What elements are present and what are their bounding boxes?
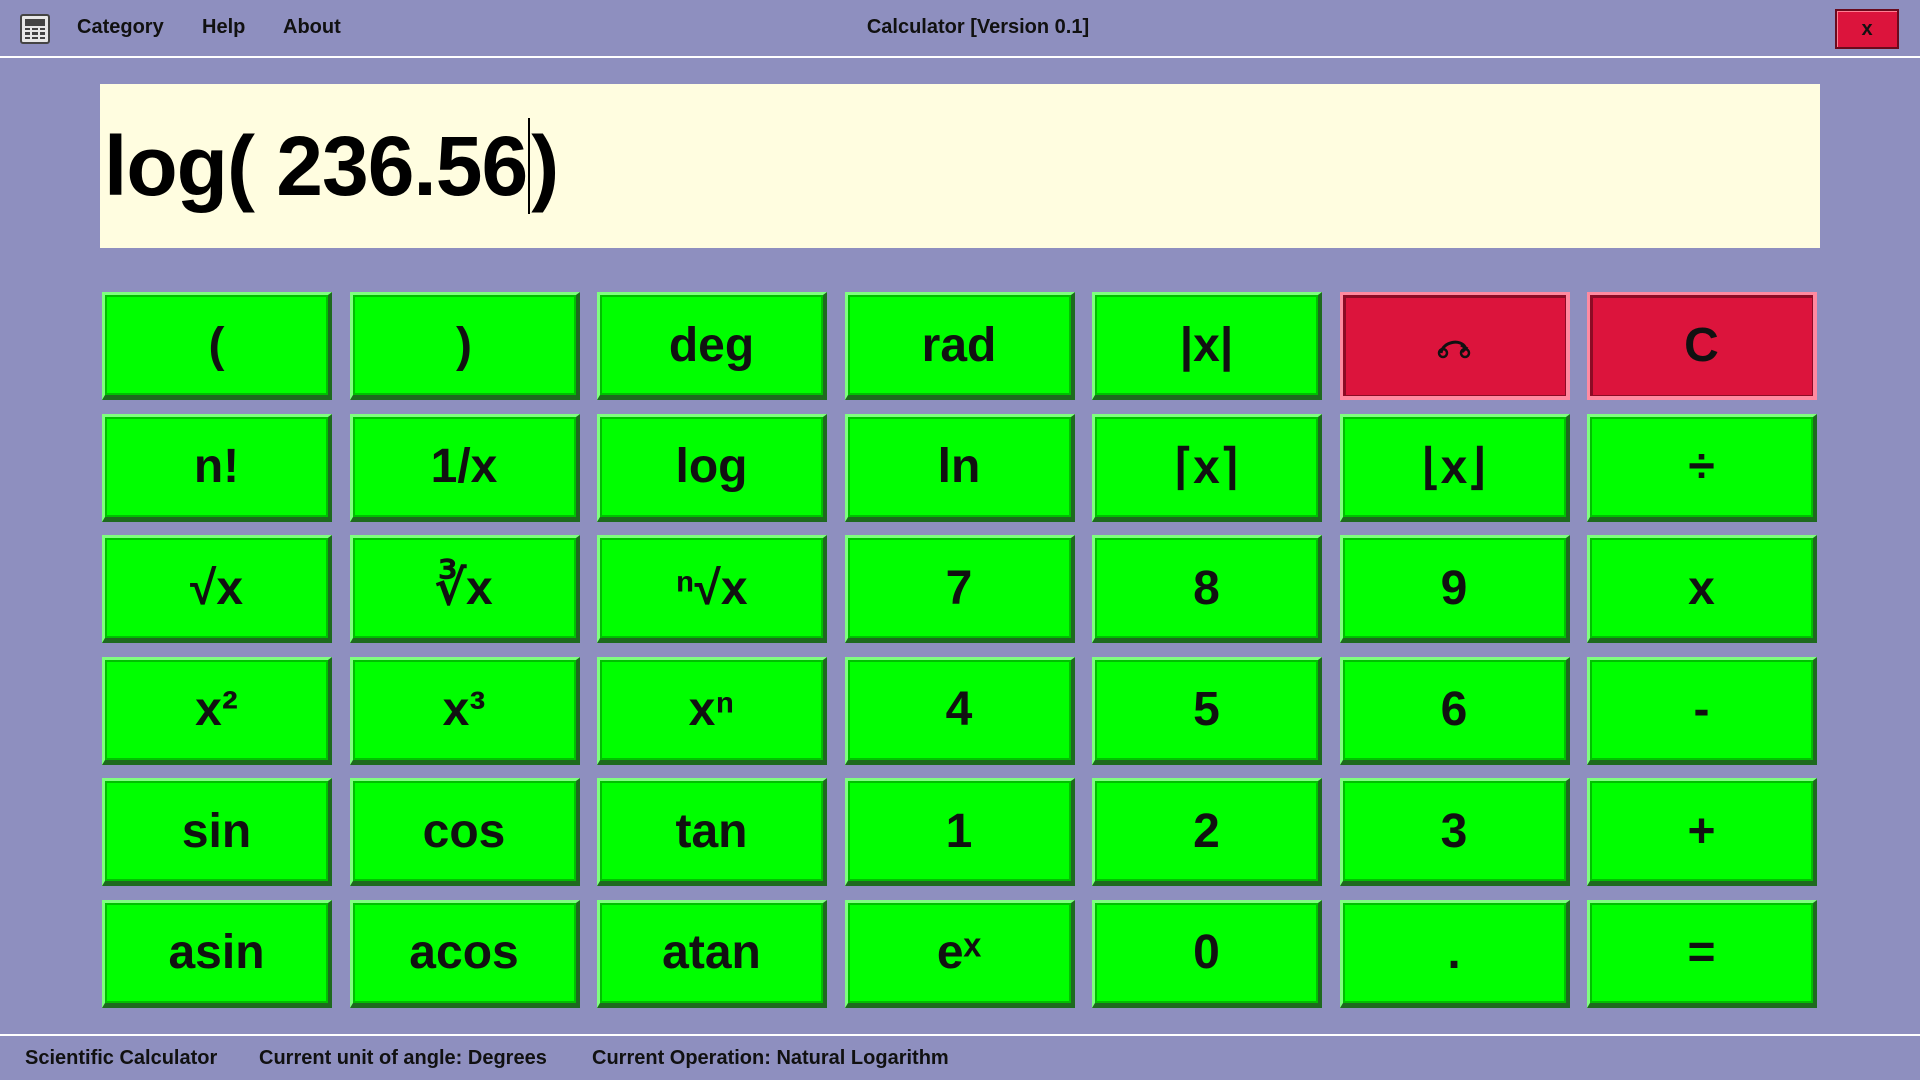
reciprocal-button[interactable]: 1/x: [349, 413, 580, 522]
status-bar: Scientific Calculator Current unit of an…: [0, 1034, 1920, 1080]
backspace-button[interactable]: [1339, 292, 1570, 400]
log-button[interactable]: log: [597, 413, 827, 522]
status-mode: Scientific Calculator: [25, 1047, 218, 1069]
status-operation: Current Operation: Natural Logarithm: [592, 1047, 949, 1069]
decimal-point-button[interactable]: .: [1339, 899, 1570, 1008]
cube-root-button[interactable]: ∛x: [349, 535, 580, 643]
calculator-window: Category Help About Calculator [Version …: [0, 0, 1920, 1080]
abs-button[interactable]: |x|: [1092, 292, 1322, 400]
clear-button[interactable]: C: [1587, 292, 1817, 400]
digit-1-button[interactable]: 1: [844, 778, 1075, 886]
close-button[interactable]: x: [1835, 9, 1899, 49]
exp-button[interactable]: eˣ: [844, 899, 1075, 1008]
digit-5-button[interactable]: 5: [1092, 656, 1322, 765]
close-paren-button[interactable]: ): [349, 292, 580, 400]
acos-button[interactable]: acos: [349, 899, 580, 1008]
keypad: ( ) deg rad |x| C n! 1/x log ln ⌈x⌉ ⌊x⌋ …: [102, 292, 1817, 1008]
nth-root-button[interactable]: ⁿ√x: [597, 535, 827, 643]
factorial-button[interactable]: n!: [102, 413, 332, 522]
digit-8-button[interactable]: 8: [1092, 535, 1322, 643]
atan-button[interactable]: atan: [597, 899, 827, 1008]
digit-2-button[interactable]: 2: [1092, 778, 1322, 886]
digit-0-button[interactable]: 0: [1092, 899, 1322, 1008]
ceiling-button[interactable]: ⌈x⌉: [1092, 413, 1322, 522]
digit-9-button[interactable]: 9: [1339, 535, 1570, 643]
tan-button[interactable]: tan: [597, 778, 827, 886]
expression-after-cursor: ): [531, 118, 559, 213]
sin-button[interactable]: sin: [102, 778, 332, 886]
square-button[interactable]: x²: [102, 656, 332, 765]
equals-button[interactable]: =: [1587, 899, 1817, 1008]
digit-6-button[interactable]: 6: [1339, 656, 1570, 765]
expression-display[interactable]: log( 236.56): [100, 84, 1820, 248]
expression-before-cursor: log( 236.56: [104, 118, 528, 213]
subtract-button[interactable]: -: [1587, 656, 1817, 765]
status-angle-unit: Current unit of angle: Degrees: [259, 1047, 547, 1069]
ln-button[interactable]: ln: [844, 413, 1075, 522]
digit-3-button[interactable]: 3: [1339, 778, 1570, 886]
text-cursor: [528, 118, 531, 214]
square-root-button[interactable]: √x: [102, 535, 332, 643]
multiply-button[interactable]: x: [1587, 535, 1817, 643]
power-n-button[interactable]: xⁿ: [597, 656, 827, 765]
cube-button[interactable]: x³: [349, 656, 580, 765]
floor-button[interactable]: ⌊x⌋: [1339, 413, 1570, 522]
expression-text: log( 236.56): [104, 118, 559, 215]
title-bar: Category Help About Calculator [Version …: [0, 0, 1920, 58]
digit-7-button[interactable]: 7: [844, 535, 1075, 643]
cos-button[interactable]: cos: [349, 778, 580, 886]
deg-button[interactable]: deg: [597, 292, 827, 400]
divide-button[interactable]: ÷: [1587, 413, 1817, 522]
open-paren-button[interactable]: (: [102, 292, 332, 400]
window-title: Calculator [Version 0.1]: [866, 16, 1090, 38]
rad-button[interactable]: rad: [844, 292, 1075, 400]
add-button[interactable]: +: [1587, 778, 1817, 886]
backspace-icon: [1437, 340, 1471, 358]
digit-4-button[interactable]: 4: [844, 656, 1075, 765]
asin-button[interactable]: asin: [102, 899, 332, 1008]
